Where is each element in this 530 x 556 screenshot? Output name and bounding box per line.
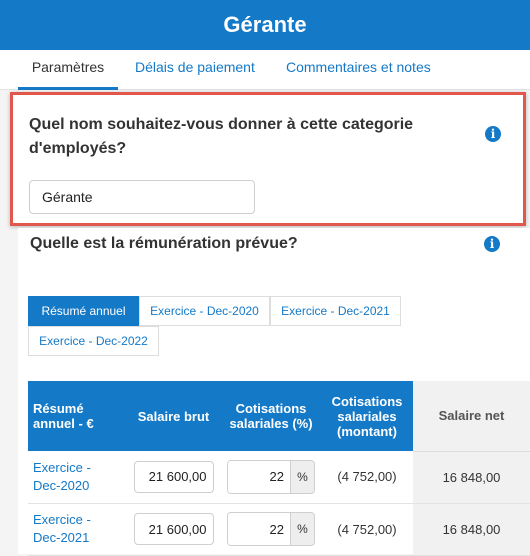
net-salary: 16 848,00 (413, 503, 530, 556)
period-tab-dec-2022[interactable]: Exercice - Dec-2022 (28, 326, 159, 356)
table-row: Exercice - Dec-2021 % (4 752,00) 16 848,… (28, 503, 530, 556)
contribution-rate-input[interactable] (228, 460, 290, 493)
rate-input-group: % (227, 512, 315, 546)
tab-delais-de-paiement[interactable]: Délais de paiement (135, 50, 255, 90)
col-header-cotisations-montant: Cotisations salariales (montant) (321, 381, 413, 451)
contribution-rate-input[interactable] (228, 513, 290, 545)
contribution-amount: (4 752,00) (321, 451, 413, 504)
period-tab-dec-2020[interactable]: Exercice - Dec-2020 (139, 296, 270, 326)
col-header-salaire-net: Salaire net (413, 381, 530, 452)
remuneration-question: Quelle est la rémunération prévue? (30, 235, 298, 252)
table-row: Exercice - Dec-2020 % (4 752,00) 16 848,… (28, 451, 530, 504)
rate-input-group: % (227, 459, 315, 494)
col-header-resume: Résumé annuel - € (28, 381, 126, 451)
category-name-question-line2: d'employés? (29, 140, 127, 157)
info-icon[interactable]: i (484, 236, 500, 252)
rate-cell: % (221, 451, 321, 504)
tab-commentaires-et-notes[interactable]: Commentaires et notes (286, 50, 431, 90)
gross-salary-cell (126, 451, 221, 504)
page-header: Gérante (0, 0, 530, 50)
contribution-amount: (4 752,00) (321, 503, 413, 556)
col-header-salaire-brut: Salaire brut (126, 381, 221, 451)
page-title: Gérante (223, 12, 307, 37)
category-name-input[interactable] (29, 180, 255, 214)
category-name-card: Quel nom souhaitez-vous donner à cette c… (10, 92, 526, 226)
net-salary: 16 848,00 (413, 451, 530, 504)
row-label-link[interactable]: Exercice - Dec-2020 (28, 451, 126, 504)
category-name-question-line1: Quel nom souhaitez-vous donner à cette c… (29, 116, 414, 133)
remuneration-card: Quelle est la rémunération prévue? i Rés… (18, 228, 530, 556)
remuneration-table: Résumé annuel - € Salaire brut Cotisatio… (28, 381, 530, 556)
percent-sign: % (290, 513, 314, 545)
info-icon[interactable]: i (485, 126, 501, 142)
row-label-link[interactable]: Exercice - Dec-2021 (28, 503, 126, 556)
tab-parametres[interactable]: Paramètres (18, 50, 118, 90)
rate-cell: % (221, 503, 321, 556)
gross-salary-input[interactable] (133, 513, 214, 545)
percent-sign: % (290, 460, 314, 493)
period-tab-dec-2021[interactable]: Exercice - Dec-2021 (270, 296, 401, 326)
period-tab-resume-annuel[interactable]: Résumé annuel (28, 296, 139, 326)
category-name-question: Quel nom souhaitez-vous donner à cette c… (29, 113, 469, 161)
gross-salary-cell (126, 503, 221, 556)
tab-bar: Paramètres Délais de paiement Commentair… (0, 50, 530, 90)
gross-salary-input[interactable] (133, 460, 214, 493)
table-header-row: Résumé annuel - € Salaire brut Cotisatio… (28, 381, 530, 452)
col-header-cotisations-pct: Cotisations salariales (%) (221, 381, 321, 451)
